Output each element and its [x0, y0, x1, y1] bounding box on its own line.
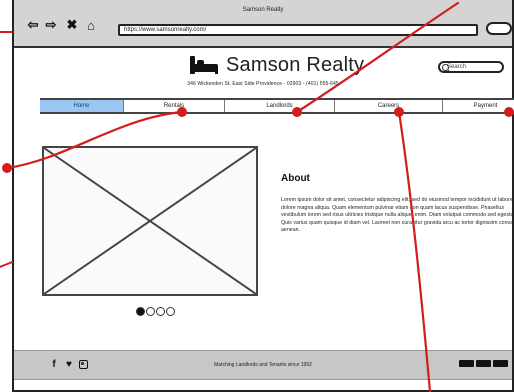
nav-item-payment[interactable]: Payment	[443, 100, 514, 112]
nav-label-home: Home	[73, 103, 90, 109]
brand-name: Samson Realty	[226, 54, 365, 76]
search-icon	[442, 64, 449, 71]
home-icon[interactable]: ⌂	[84, 18, 98, 33]
footer-tagline: Matching Landlords and Tenants since 199…	[214, 362, 312, 368]
annotation-marker	[2, 163, 12, 173]
carousel-dot-3[interactable]	[156, 307, 165, 316]
carousel-dot-1[interactable]	[136, 307, 145, 316]
carousel-dot-2[interactable]	[146, 307, 155, 316]
nav-item-careers[interactable]: Careers	[335, 100, 443, 112]
about-heading: About	[281, 173, 310, 184]
nav-label-rentals: Rentals	[163, 103, 185, 109]
nav-item-rentals[interactable]: Rentals	[124, 100, 225, 112]
search-input[interactable]: Search	[438, 61, 504, 73]
window-title: Samson Realty	[242, 7, 284, 13]
nav-item-home[interactable]: Home	[40, 100, 124, 112]
site-footer: f ♥ Matching Landlords and Tenants since…	[14, 350, 512, 380]
business-address: 346 Wickenden St. East Side Providence -…	[187, 81, 339, 87]
carousel-dot-4[interactable]	[166, 307, 175, 316]
nav-item-landlords[interactable]: Landlords	[225, 100, 335, 112]
arrow-right-icon[interactable]: ⇨	[44, 17, 58, 32]
site-logo[interactable]: Samson Realty	[190, 54, 364, 77]
browser-toggle-button[interactable]	[486, 22, 512, 35]
search-placeholder: Search	[447, 64, 467, 70]
main-navigation: Home Rentals Landlords Careers Payment	[40, 98, 514, 114]
nav-label-careers: Careers	[377, 103, 400, 109]
browser-window: Samson Realty ⇦ ⇨ ✖ ⌂ https://www.samson…	[12, 0, 514, 392]
payment-methods	[459, 360, 508, 367]
nav-label-payment: Payment	[473, 103, 498, 109]
carousel-image-placeholder[interactable]	[42, 146, 258, 296]
close-icon[interactable]: ✖	[65, 17, 79, 32]
nav-label-landlords: Landlords	[266, 103, 293, 109]
arrow-left-icon[interactable]: ⇦	[26, 17, 40, 32]
about-text: Lorem ipsum dolor sit amet, consectetur …	[281, 197, 514, 233]
bed-icon	[190, 55, 218, 76]
wireframe-page: Samson Realty ⇦ ⇨ ✖ ⌂ https://www.samson…	[0, 0, 514, 392]
payment-card-icon	[476, 360, 491, 367]
browser-titlebar: Samson Realty ⇦ ⇨ ✖ ⌂ https://www.samson…	[14, 0, 512, 48]
address-bar[interactable]: https://www.samsonrealty.com/	[118, 24, 478, 36]
placeholder-cross-icon	[44, 148, 256, 294]
payment-card-icon	[459, 360, 474, 367]
carousel-pagination	[136, 307, 175, 316]
payment-card-icon	[493, 360, 508, 367]
